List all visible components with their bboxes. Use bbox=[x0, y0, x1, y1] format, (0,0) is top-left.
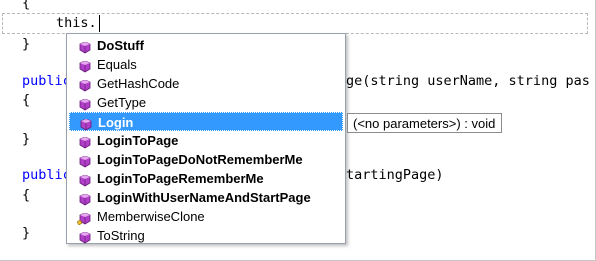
code-line: public bbox=[22, 166, 71, 185]
completion-item-label: LoginToPageRememberMe bbox=[97, 171, 264, 186]
method-icon bbox=[78, 117, 92, 131]
method-icon bbox=[77, 192, 91, 206]
code-editor[interactable]: { this. } public ge(string userName, str… bbox=[0, 0, 596, 261]
completion-item-label: GetHashCode bbox=[97, 76, 180, 91]
completion-item-label: LoginWithUserNameAndStartPage bbox=[97, 190, 311, 205]
keyword: public bbox=[22, 73, 71, 89]
code-line: public bbox=[22, 72, 71, 91]
method-icon bbox=[77, 154, 91, 168]
completion-item-label: GetType bbox=[97, 95, 147, 110]
completion-item-label: ToString bbox=[97, 228, 145, 243]
method-icon bbox=[77, 230, 91, 244]
code-line: { bbox=[22, 187, 31, 203]
completion-item[interactable]: LoginToPageRememberMe bbox=[69, 169, 343, 188]
code-line: { bbox=[22, 0, 31, 11]
method-icon bbox=[77, 135, 91, 149]
completion-item[interactable]: LoginToPageDoNotRememberMe bbox=[69, 150, 343, 169]
method-icon bbox=[77, 78, 91, 92]
completion-item[interactable]: MemberwiseClone bbox=[69, 207, 343, 226]
completion-item[interactable]: LoginToPage bbox=[69, 131, 343, 150]
completion-item[interactable]: GetHashCode bbox=[69, 74, 343, 93]
completion-item[interactable]: DoStuff bbox=[69, 36, 343, 55]
protected-method-icon bbox=[76, 211, 91, 226]
code-line: } bbox=[22, 131, 31, 147]
completion-item-label: Login bbox=[98, 115, 134, 130]
completion-item[interactable]: Equals bbox=[69, 55, 343, 74]
method-icon bbox=[77, 59, 91, 73]
method-icon bbox=[77, 40, 91, 54]
completion-item-label: MemberwiseClone bbox=[97, 209, 205, 224]
intellisense-popup[interactable]: DoStuff Equals GetHashCode GetType Login Logi… bbox=[66, 33, 346, 244]
text-caret bbox=[99, 15, 100, 32]
code-line-this: this. bbox=[56, 15, 97, 31]
signature-tooltip: (<no parameters>) : void bbox=[347, 113, 503, 133]
code-line: } bbox=[22, 36, 31, 52]
completion-item[interactable]: Login bbox=[69, 112, 343, 131]
method-icon bbox=[77, 173, 91, 187]
code-line: } bbox=[22, 225, 31, 241]
completion-item-label: DoStuff bbox=[97, 38, 144, 53]
completion-item-label: LoginToPageDoNotRememberMe bbox=[97, 152, 303, 167]
completion-item[interactable]: LoginWithUserNameAndStartPage bbox=[69, 188, 343, 207]
code-line: { bbox=[22, 92, 31, 108]
keyword: public bbox=[22, 167, 71, 183]
completion-item[interactable]: GetType bbox=[69, 93, 343, 112]
code-line-fragment: ge(string userName, string pas bbox=[346, 73, 590, 89]
completion-item[interactable]: ToString bbox=[69, 226, 343, 245]
completion-item-label: Equals bbox=[97, 57, 137, 72]
code-line-fragment: tartingPage) bbox=[346, 167, 444, 183]
method-icon bbox=[77, 97, 91, 111]
completion-item-label: LoginToPage bbox=[97, 133, 179, 148]
